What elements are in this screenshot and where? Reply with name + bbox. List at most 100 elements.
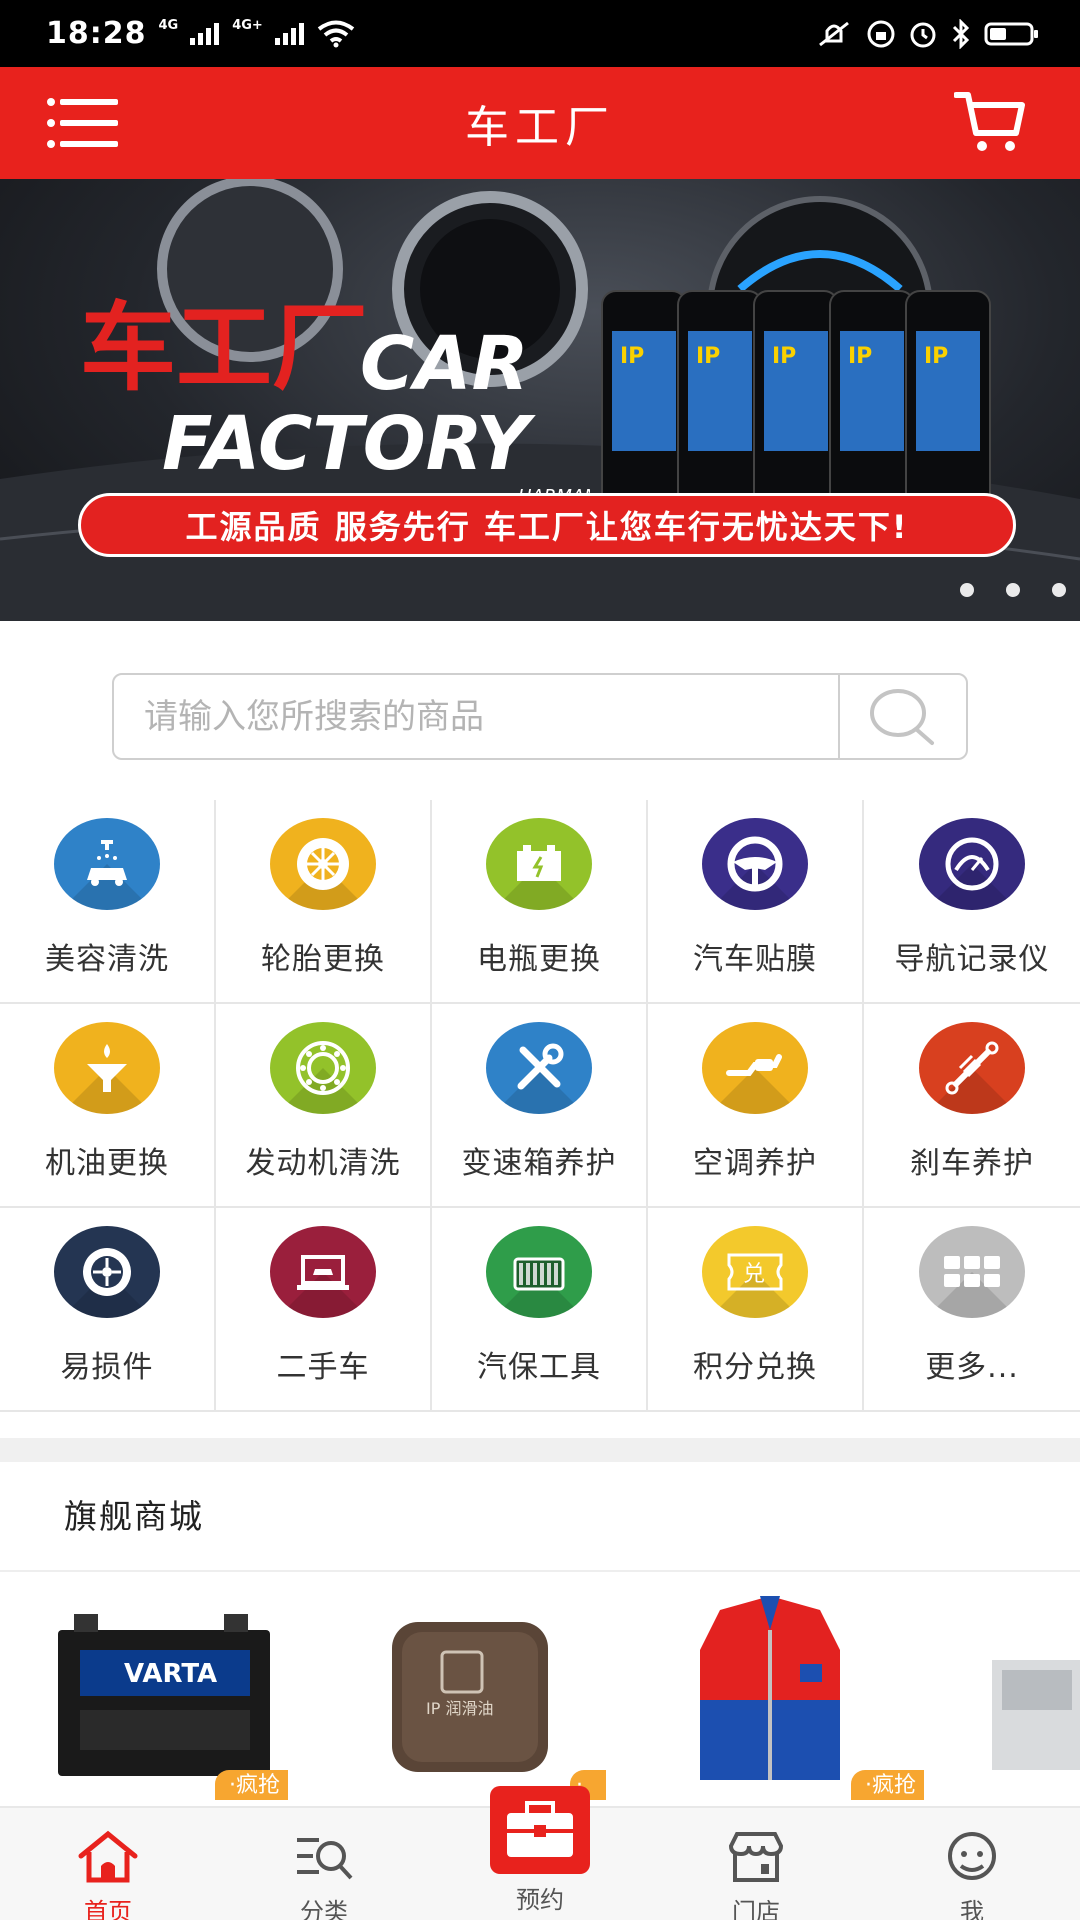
laptop-car-icon <box>270 1226 376 1318</box>
cart-icon <box>953 92 1025 151</box>
nav-label: 我 <box>960 1898 984 1920</box>
category-label: 二手车 <box>276 1350 370 1385</box>
mute-bell-icon <box>819 21 849 46</box>
category-label: 空调养护 <box>693 1146 817 1181</box>
carousel-dot[interactable] <box>1006 583 1020 597</box>
category-label: 机油更换 <box>45 1146 169 1181</box>
status-bar: 18:28 4G 4G+ <box>0 0 1080 67</box>
product-card[interactable]: IP 润滑油 ·疯抢 <box>380 1590 606 1800</box>
banner-slogan: 工源品质 服务先行 车工厂让您车行无忧达天下! <box>78 493 1016 557</box>
status-time: 18:28 <box>46 16 147 51</box>
category-item[interactable]: 刹车养护 <box>864 1004 1080 1208</box>
category-item[interactable]: 空调养护 <box>648 1004 864 1208</box>
page-title: 车工厂 <box>465 102 615 153</box>
section-title: 旗舰商城 <box>64 1497 204 1536</box>
booking-toolbox-icon <box>507 1801 573 1857</box>
nav-booking-button[interactable] <box>490 1786 590 1874</box>
promo-banner[interactable]: 车工厂 CAR FACTORY HARMAN IP IP IP IP IP 工源… <box>0 179 1080 621</box>
category-item[interactable]: 美容清洗 <box>0 800 216 1004</box>
signal-strength-icon <box>190 22 220 45</box>
gauge-icon <box>919 818 1025 910</box>
steering-wheel-icon <box>702 818 808 910</box>
nav-booking-label: 预约 <box>516 1886 564 1914</box>
nav-category[interactable]: 分类 <box>244 1808 404 1920</box>
wifi-icon <box>317 20 355 47</box>
category-item[interactable]: 机油更换 <box>0 1004 216 1208</box>
equipment-product-image <box>992 1660 1080 1770</box>
menu-button[interactable] <box>46 97 120 149</box>
app-header: 车工厂 <box>0 67 1080 179</box>
oil-funnel-icon <box>54 1022 160 1114</box>
bottle-brand: IP <box>924 344 948 369</box>
nav-profile[interactable]: 我 <box>892 1808 1052 1920</box>
category-item[interactable]: 易损件 <box>0 1208 216 1412</box>
nav-home[interactable]: 首页 <box>28 1808 188 1920</box>
category-label: 积分兑换 <box>693 1350 817 1385</box>
category-item[interactable]: 变速箱养护 <box>432 1004 648 1208</box>
nav-label: 分类 <box>300 1898 348 1920</box>
bottle-brand: IP <box>772 344 796 369</box>
battery-status-icon <box>984 22 1038 45</box>
category-item[interactable]: 发动机清洗 <box>216 1004 432 1208</box>
category-label: 汽车贴膜 <box>693 942 817 977</box>
logo-en-text-2: FACTORY <box>162 401 536 487</box>
category-label: 美容清洗 <box>45 942 169 977</box>
svg-text:兑: 兑 <box>743 1262 765 1287</box>
bottle-brand: IP <box>620 344 644 369</box>
category-label: 变速箱养护 <box>461 1146 617 1181</box>
tools-icon <box>486 1022 592 1114</box>
service-category-grid: 美容清洗 轮胎更换 电瓶更换 汽车贴膜 导航记录仪 机油更换 发动机清洗 变速箱… <box>0 800 1080 1412</box>
search-button[interactable] <box>838 675 966 758</box>
product-card-partial[interactable] <box>988 1590 1080 1800</box>
category-label: 汽保工具 <box>477 1350 601 1385</box>
coupon-icon: 兑 <box>702 1226 808 1318</box>
product-card[interactable]: ·疯抢 <box>690 1590 924 1800</box>
home-icon <box>77 1830 139 1884</box>
rotation-lock-icon <box>867 20 895 47</box>
product-brand: IP 润滑油 <box>426 1699 493 1718</box>
cart-button[interactable] <box>953 89 1026 155</box>
car-wash-icon <box>54 818 160 910</box>
logo-en-text-1: CAR <box>360 321 529 407</box>
bearing-icon <box>270 1022 376 1114</box>
category-item[interactable]: 汽保工具 <box>432 1208 648 1412</box>
carousel-dot[interactable] <box>960 583 974 597</box>
category-item[interactable]: 兑 积分兑换 <box>648 1208 864 1412</box>
category-item[interactable]: 更多... <box>864 1208 1080 1412</box>
category-search-icon <box>293 1830 355 1884</box>
nav-store[interactable]: 门店 <box>676 1808 836 1920</box>
category-item[interactable]: 电瓶更换 <box>432 800 648 1004</box>
category-label: 电瓶更换 <box>477 942 601 977</box>
search-input[interactable] <box>114 675 838 758</box>
category-item[interactable]: 轮胎更换 <box>216 800 432 1004</box>
tire-icon <box>270 818 376 910</box>
grid-more-icon <box>919 1226 1025 1318</box>
menu-icon <box>47 98 118 148</box>
section-divider <box>0 1438 1080 1462</box>
jacket-product-image <box>700 1596 840 1780</box>
app-screen: 18:28 4G 4G+ 车工厂 车工厂 CAR FACTORY IP IP I… <box>0 0 1080 1920</box>
nav-label: 门店 <box>732 1898 780 1920</box>
alarm-icon <box>910 22 936 47</box>
battery-icon <box>486 818 592 910</box>
category-label: 易损件 <box>60 1350 154 1385</box>
product-card[interactable]: VARTA ·疯抢 <box>54 1590 288 1800</box>
store-icon <box>725 1830 787 1884</box>
hot-deal-tag: ·疯抢 <box>851 1770 924 1800</box>
wheel-icon <box>54 1226 160 1318</box>
bluetooth-icon <box>952 18 970 49</box>
carousel-dots <box>960 583 1066 597</box>
signal-label-2: 4G+ <box>232 18 263 33</box>
category-item[interactable]: 导航记录仪 <box>864 800 1080 1004</box>
product-brand: VARTA <box>124 1659 217 1689</box>
carousel-dot[interactable] <box>1052 583 1066 597</box>
category-item[interactable]: 汽车贴膜 <box>648 800 864 1004</box>
category-label: 刹车养护 <box>910 1146 1034 1181</box>
category-label: 导航记录仪 <box>894 942 1050 977</box>
bottle-brand: IP <box>848 344 872 369</box>
signal-label-1: 4G <box>158 18 179 33</box>
category-item[interactable]: 二手车 <box>216 1208 432 1412</box>
hot-deal-tag: ·疯抢 <box>215 1770 288 1800</box>
toolbox-icon <box>486 1226 592 1318</box>
status-right <box>814 18 1040 49</box>
